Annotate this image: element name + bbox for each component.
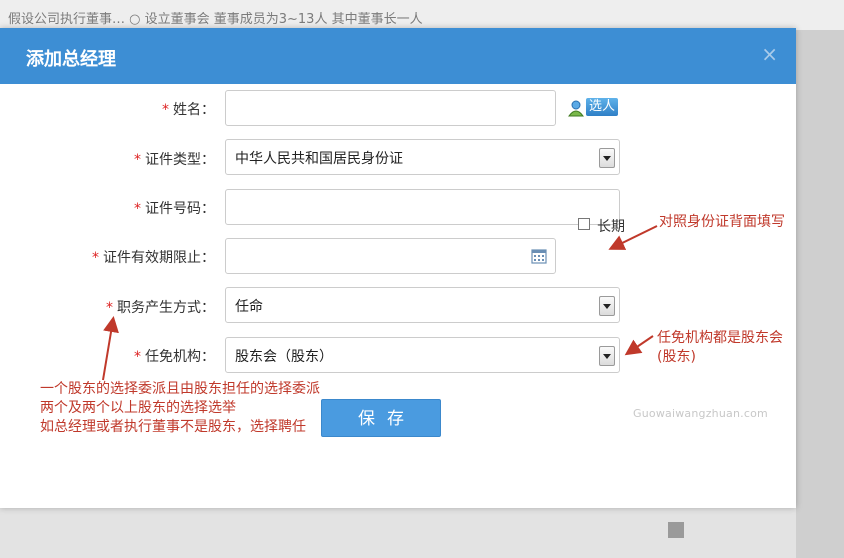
background-page-text: 假设公司执行董事… ○ 设立董事会 董事成员为3~13人 其中董事长一人 (8, 12, 423, 27)
required-mark: * (106, 300, 113, 316)
name-label: * 姓名： (162, 102, 215, 118)
dialog-header: 添加总经理 × (0, 28, 796, 84)
background-page-icon (668, 522, 684, 538)
id-type-label: * 证件类型： (134, 152, 215, 168)
required-mark: * (162, 102, 169, 118)
long-term-label: 长期 (597, 219, 625, 235)
annotation-method-1: 一个股东的选择委派且由股东担任的选择委派 (40, 381, 320, 397)
id-expiry-label: * 证件有效期限止： (92, 250, 215, 266)
annotation-appointing-body-1: 任免机构都是股东会 (657, 330, 783, 346)
appointing-body-select[interactable]: 股东会（股东） (225, 337, 620, 373)
close-icon[interactable]: × (761, 42, 778, 66)
id-type-select[interactable]: 中华人民共和国居民身份证 (225, 139, 620, 175)
select-person-label: 选人 (586, 98, 619, 116)
long-term-checkbox[interactable] (578, 218, 590, 230)
appointment-method-select[interactable]: 任命 (225, 287, 620, 323)
annotation-method-2: 两个及两个以上股东的选择选举 (40, 400, 236, 416)
background-page-right (796, 30, 844, 558)
user-select-icon (568, 100, 584, 117)
required-mark: * (92, 250, 99, 266)
id-number-label: * 证件号码： (134, 201, 215, 217)
appointment-method-label: * 职务产生方式： (106, 300, 215, 316)
dropdown-arrow-icon[interactable] (599, 296, 615, 316)
appointing-body-label: * 任免机构： (134, 349, 215, 365)
required-mark: * (134, 152, 141, 168)
required-mark: * (134, 201, 141, 217)
annotation-id-back: 对照身份证背面填写 (659, 214, 785, 230)
dialog-title: 添加总经理 (26, 49, 116, 70)
name-input[interactable] (225, 90, 556, 126)
background-page-strip: 假设公司执行董事… ○ 设立董事会 董事成员为3~13人 其中董事长一人 (0, 0, 844, 31)
select-person-button[interactable]: 选人 (567, 97, 621, 119)
save-button[interactable]: 保存 (321, 399, 441, 437)
dropdown-arrow-icon[interactable] (599, 148, 615, 168)
dropdown-arrow-icon[interactable] (599, 346, 615, 366)
id-number-input[interactable] (225, 189, 620, 225)
calendar-icon[interactable] (531, 248, 547, 264)
required-mark: * (134, 349, 141, 365)
id-expiry-date-input[interactable] (225, 238, 556, 274)
annotation-method-3: 如总经理或者执行董事不是股东，选择聘任 (40, 419, 306, 435)
watermark: Guowaiwangzhuan.com (633, 407, 768, 420)
annotation-appointing-body-2: (股东) (657, 349, 696, 365)
